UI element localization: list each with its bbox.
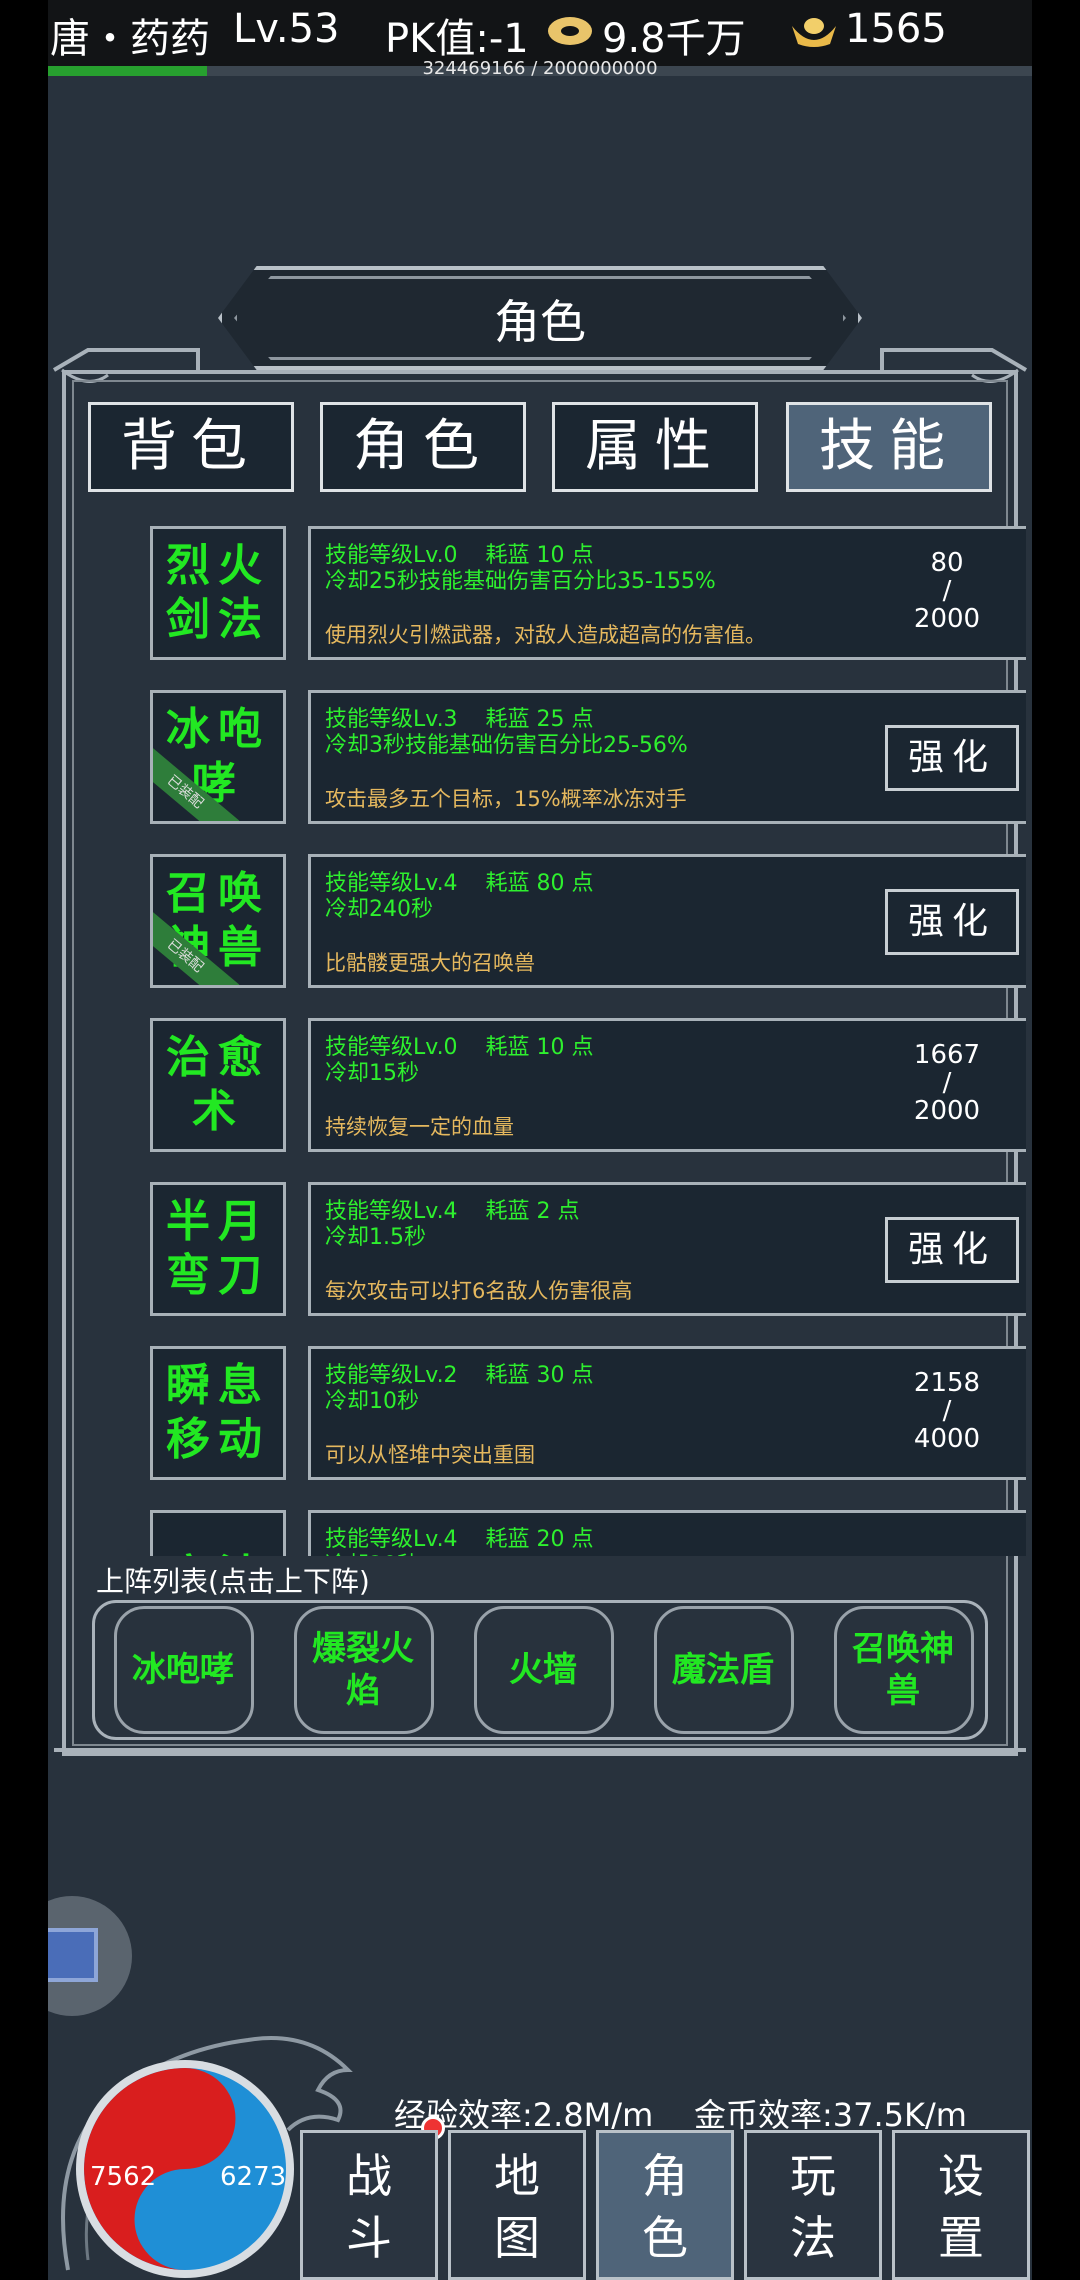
progress-separator: / xyxy=(942,1068,952,1098)
lineup-slot-3[interactable]: 火墙 xyxy=(476,1606,610,1734)
skill-name-box[interactable]: 烈火剑法 xyxy=(150,526,286,660)
panel-title: 角色 xyxy=(494,295,586,349)
xp-text: 324469166 / 2000000000 xyxy=(422,58,658,79)
lineup-slot-5[interactable]: 召唤神兽 xyxy=(836,1606,970,1734)
gold-amount: 9.8千万 xyxy=(602,16,746,62)
nav-battle-label: 战斗 xyxy=(346,2149,392,2265)
player-name: 唐・药药 xyxy=(50,16,210,62)
skill-description: 每次攻击可以打6名敌人伤害很高 xyxy=(325,1279,633,1303)
nav-settings-label: 设置 xyxy=(938,2149,984,2265)
skill-name: 魔法 xyxy=(153,1513,283,1556)
nav-gameplay[interactable]: 玩法 xyxy=(744,2130,882,2280)
skill-row[interactable]: 半月弯刀 技能等级Lv.4 耗蓝 2 点冷却1.5秒 每次攻击可以打6名敌人伤害很高… xyxy=(96,1166,1026,1316)
skill-row[interactable]: 瞬息移动 技能等级Lv.2 耗蓝 30 点冷却10秒 可以从怪堆中突出重围 2158/… xyxy=(96,1330,1026,1480)
skill-desc-box: 技能等级Lv.0 耗蓝 10 点冷却15秒 持续恢复一定的血量 1667/2000 xyxy=(308,1018,1026,1152)
skill-desc-box: 技能等级Lv.3 耗蓝 25 点冷却3秒技能基础伤害百分比25-56% 攻击最多五… xyxy=(308,690,1026,824)
lineup-slot-2[interactable]: 爆裂火焰 xyxy=(296,1606,430,1734)
skill-desc-box: 技能等级Lv.0 耗蓝 10 点冷却25秒技能基础伤害百分比35-155% 使用烈… xyxy=(308,526,1026,660)
tab-skills[interactable]: 技能 xyxy=(786,402,992,492)
top-status-bar: 唐・药药 Lv.53 PK值:-1 9.8千万 1565 xyxy=(48,0,1032,66)
app-screen: 唐・药药 Lv.53 PK值:-1 9.8千万 1565 324469166 /… xyxy=(48,0,1032,2280)
gold-coin-icon xyxy=(548,17,592,45)
skill-cooldown: 冷却240秒 xyxy=(325,897,433,922)
skill-description: 比骷髅更强大的召唤兽 xyxy=(325,951,535,975)
skill-progress: 2158/4000 xyxy=(897,1369,997,1453)
nav-character-label: 角色 xyxy=(642,2149,688,2265)
skill-name-box[interactable]: 半月弯刀 xyxy=(150,1182,286,1316)
tab-bag[interactable]: 背包 xyxy=(88,402,294,492)
mp-value: 6273 xyxy=(220,2162,287,2192)
skill-cooldown: 冷却10秒 xyxy=(325,1389,419,1414)
lineup-slot-1[interactable]: 冰咆哮 xyxy=(116,1606,250,1734)
enhance-button[interactable]: 强化 xyxy=(885,725,1019,791)
cube-icon xyxy=(48,1928,98,1982)
enhance-button[interactable]: 强化 xyxy=(885,889,1019,955)
skill-name-box[interactable]: 召唤神兽 已装配 xyxy=(150,854,286,988)
progress-max: 4000 xyxy=(913,1424,981,1454)
skill-cooldown: 冷却15秒 xyxy=(325,1061,419,1086)
lineup-slot-4[interactable]: 魔法盾 xyxy=(656,1606,790,1734)
progress-max: 2000 xyxy=(913,604,981,634)
nav-battle[interactable]: 战斗 xyxy=(300,2130,438,2280)
hp-value: 7562 xyxy=(90,2162,157,2192)
skill-name: 烈火剑法 xyxy=(166,540,270,645)
skill-row[interactable]: 魔法技能等级Lv.4 耗蓝 20 点冷却20秒 xyxy=(96,1494,1026,1556)
skill-description: 可以从怪堆中突出重围 xyxy=(325,1443,535,1467)
nav-character[interactable]: 角色 xyxy=(596,2130,734,2280)
skill-name: 瞬息移动 xyxy=(166,1360,270,1465)
skill-name-box[interactable]: 瞬息移动 xyxy=(150,1346,286,1480)
skill-desc-box: 技能等级Lv.4 耗蓝 80 点冷却240秒 比骷髅更强大的召唤兽 强化 xyxy=(308,854,1026,988)
skill-name: 治愈术 xyxy=(166,1032,270,1137)
progress-current: 2158 xyxy=(913,1368,981,1398)
skill-cooldown: 冷却3秒技能基础伤害百分比25-56% xyxy=(325,733,688,758)
tab-character[interactable]: 角色 xyxy=(320,402,526,492)
pk-value: PK值:-1 xyxy=(385,16,529,62)
nav-gameplay-label: 玩法 xyxy=(790,2149,836,2265)
skill-row[interactable]: 治愈术 技能等级Lv.0 耗蓝 10 点冷却15秒 持续恢复一定的血量 1667/20… xyxy=(96,1002,1026,1152)
skill-name: 半月弯刀 xyxy=(166,1196,270,1301)
ingot-icon xyxy=(792,18,836,47)
nav-map[interactable]: 地图 xyxy=(448,2130,586,2280)
progress-max: 2000 xyxy=(913,1096,981,1126)
skill-row[interactable]: 召唤神兽 已装配 技能等级Lv.4 耗蓝 80 点冷却240秒 比骷髅更强大的召唤兽强… xyxy=(96,838,1026,988)
skill-list[interactable]: 烈火剑法 技能等级Lv.0 耗蓝 10 点冷却25秒技能基础伤害百分比35-155… xyxy=(96,510,1026,1556)
skill-description: 攻击最多五个目标，15%概率冰冻对手 xyxy=(325,787,687,811)
progress-separator: / xyxy=(942,576,952,606)
skill-progress: 1667/2000 xyxy=(897,1041,997,1125)
skill-desc-box: 技能等级Lv.4 耗蓝 2 点冷却1.5秒 每次攻击可以打6名敌人伤害很高 强化 xyxy=(308,1182,1026,1316)
skill-name-box[interactable]: 冰咆哮 已装配 xyxy=(150,690,286,824)
skill-desc-box: 技能等级Lv.4 耗蓝 20 点冷却20秒 xyxy=(308,1510,1026,1556)
lineup-label: 上阵列表(点击上下阵) xyxy=(96,1565,370,1598)
skill-description: 持续恢复一定的血量 xyxy=(325,1115,514,1139)
skill-cooldown: 冷却20秒 xyxy=(325,1547,419,1556)
skill-desc-box: 技能等级Lv.2 耗蓝 30 点冷却10秒 可以从怪堆中突出重围 2158/4000 xyxy=(308,1346,1026,1480)
progress-separator: / xyxy=(942,1396,952,1426)
player-level: Lv.53 xyxy=(233,6,340,52)
progress-current: 80 xyxy=(930,548,964,578)
nav-map-label: 地图 xyxy=(494,2149,540,2265)
nav-settings[interactable]: 设置 xyxy=(892,2130,1030,2280)
skill-row[interactable]: 冰咆哮 已装配 技能等级Lv.3 耗蓝 25 点冷却3秒技能基础伤害百分比25-56… xyxy=(96,674,1026,824)
skill-name-box[interactable]: 治愈术 xyxy=(150,1018,286,1152)
ingot-amount: 1565 xyxy=(845,6,947,52)
skill-cooldown: 冷却1.5秒 xyxy=(325,1225,426,1250)
skill-name-box[interactable]: 魔法 xyxy=(150,1510,286,1556)
skill-description: 使用烈火引燃武器，对敌人造成超高的伤害值。 xyxy=(325,623,766,647)
skill-progress: 80/2000 xyxy=(897,549,997,633)
enhance-button[interactable]: 强化 xyxy=(885,1217,1019,1283)
skill-row[interactable]: 烈火剑法 技能等级Lv.0 耗蓝 10 点冷却25秒技能基础伤害百分比35-155… xyxy=(96,510,1026,660)
tab-attributes[interactable]: 属性 xyxy=(552,402,758,492)
skill-cooldown: 冷却25秒技能基础伤害百分比35-155% xyxy=(325,569,716,594)
progress-current: 1667 xyxy=(913,1040,981,1070)
